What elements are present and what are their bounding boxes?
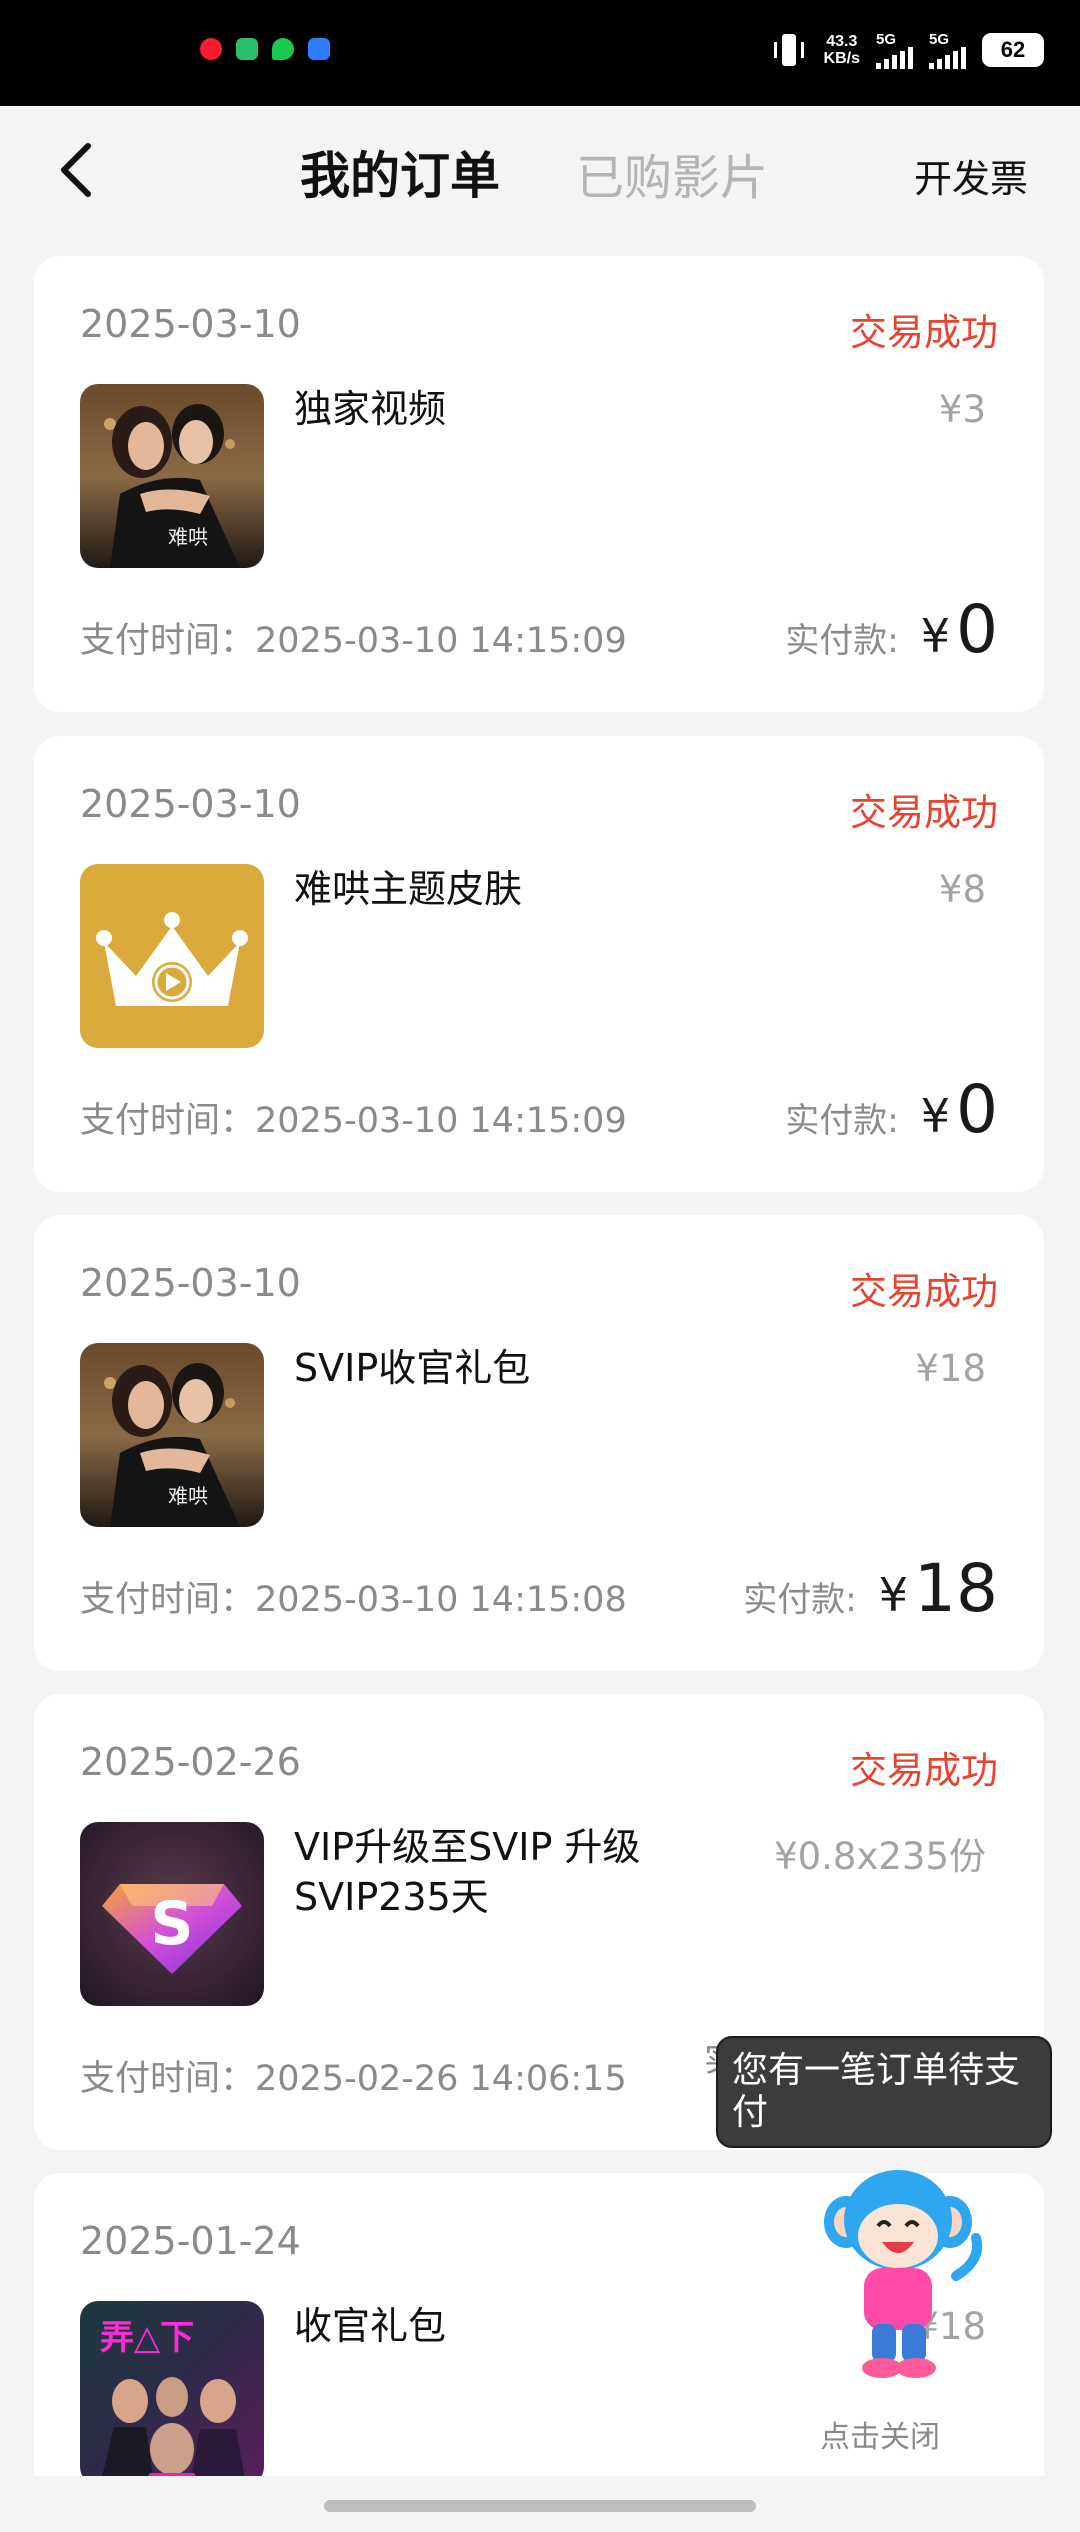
- chevron-left-icon: [61, 143, 91, 197]
- back-button[interactable]: [50, 138, 106, 202]
- order-card[interactable]: 2025-03-10 交易成功 难哄 SVIP收官礼包 ¥18 支付时间：202…: [34, 1215, 1044, 1671]
- vibrate-icon: [770, 30, 808, 70]
- order-pay-time: 支付时间：2025-03-10 14:15:09: [80, 1101, 627, 1141]
- order-paid-amount: 实付款: ¥ 0: [785, 1074, 998, 1146]
- signal-bars-icon: [876, 46, 913, 69]
- order-thumbnail[interactable]: 难哄: [80, 1343, 264, 1527]
- order-date: 2025-02-26: [80, 1740, 301, 1784]
- order-thumbnail[interactable]: [80, 864, 264, 1048]
- status-bar: 43.3 KB/s 5G 5G 62: [0, 0, 1080, 106]
- poster-couple-image: 难哄: [80, 1343, 264, 1527]
- poster-couple-image: 难哄: [80, 384, 264, 568]
- order-date: 2025-03-10: [80, 782, 301, 826]
- signal-bars-icon: [929, 46, 966, 69]
- battery-icon: 62: [982, 33, 1044, 67]
- order-thumbnail[interactable]: S: [80, 1822, 264, 2006]
- order-product-name: VIP升级至SVIP 升级SVIP235天: [294, 1825, 641, 1919]
- network-type: 5G: [876, 30, 897, 48]
- svg-text:难哄: 难哄: [168, 525, 208, 549]
- order-unit-price: ¥0.8x235份: [774, 1835, 986, 1878]
- paid-value: 18: [914, 1550, 998, 1627]
- notification-icons: [200, 38, 330, 60]
- poster-cast-image: 弄△下: [80, 2301, 264, 2476]
- order-paid-amount: 实付款: ¥ 18: [743, 1553, 998, 1625]
- order-date: 2025-03-10: [80, 302, 301, 346]
- invoice-button[interactable]: 开发票: [914, 148, 1028, 203]
- order-pay-time: 支付时间：2025-03-10 14:15:09: [80, 621, 627, 661]
- order-thumbnail[interactable]: 难哄: [80, 384, 264, 568]
- app-notification-icon: [308, 38, 330, 60]
- tab-purchased-films[interactable]: 已购影片: [576, 138, 768, 208]
- pending-order-toast[interactable]: 您有一笔订单待支付: [716, 2036, 1052, 2148]
- paid-currency: ¥: [878, 1568, 909, 1622]
- order-product-name: 难哄主题皮肤: [294, 867, 523, 911]
- order-status: 交易成功: [850, 311, 998, 354]
- app-notification-icon: [272, 38, 294, 60]
- paid-value: 0: [956, 591, 998, 668]
- paid-value: 0: [956, 1071, 998, 1148]
- order-thumbnail[interactable]: 弄△下: [80, 2301, 264, 2476]
- order-pay-time: 支付时间：2025-02-26 14:06:15: [80, 2059, 627, 2099]
- paid-label: 实付款:: [743, 1580, 857, 1620]
- svg-text:难哄: 难哄: [168, 1484, 208, 1508]
- signal-sim2: 5G: [929, 32, 966, 69]
- svip-diamond-icon: S: [80, 1822, 264, 2006]
- order-unit-price: ¥18: [915, 1347, 986, 1390]
- order-product-name: SVIP收官礼包: [294, 1346, 531, 1390]
- paid-label: 实付款:: [785, 621, 899, 661]
- header: 我的订单 已购影片 开发票: [0, 106, 1080, 236]
- net-speed-unit: KB/s: [823, 50, 860, 67]
- crown-play-icon: [96, 912, 248, 1006]
- net-speed-value: 43.3: [826, 33, 858, 50]
- order-paid-amount: 实付款: ¥ 0: [785, 594, 998, 666]
- mascot-close-button[interactable]: 点击关闭: [820, 2412, 940, 2456]
- tab-my-orders[interactable]: 我的订单: [300, 136, 500, 208]
- order-status: 交易成功: [850, 791, 998, 834]
- order-product-name: 独家视频: [294, 387, 447, 431]
- order-card[interactable]: 2025-03-10 交易成功 难哄主题皮肤 ¥8 支付时间：2025-03-1…: [34, 736, 1044, 1192]
- app-notification-icon: [200, 38, 222, 60]
- order-status: 交易成功: [850, 1749, 998, 1792]
- paid-label: 实付款:: [785, 1101, 899, 1141]
- order-product-name: 收官礼包: [294, 2304, 447, 2348]
- order-status: 交易成功: [850, 1270, 998, 1313]
- signal-sim1: 5G: [876, 32, 913, 69]
- order-unit-price: ¥8: [938, 868, 986, 911]
- svg-text:弄△下: 弄△下: [100, 2318, 194, 2358]
- paid-currency: ¥: [920, 1089, 950, 1143]
- order-pay-time: 支付时间：2025-03-10 14:15:08: [80, 1580, 627, 1620]
- order-card[interactable]: 2025-03-10 交易成功 难哄 独家视频 ¥3 支付时间：2025-03-…: [34, 256, 1044, 712]
- network-type: 5G: [929, 30, 950, 48]
- order-date: 2025-03-10: [80, 1261, 301, 1305]
- app-notification-icon: [236, 38, 258, 60]
- home-indicator[interactable]: [324, 2500, 756, 2512]
- order-unit-price: ¥3: [938, 388, 986, 431]
- net-speed: 43.3 KB/s: [824, 33, 860, 67]
- paid-currency: ¥: [920, 609, 950, 663]
- monkey-mascot-icon[interactable]: [806, 2164, 990, 2382]
- svg-text:S: S: [150, 1889, 193, 1959]
- order-date: 2025-01-24: [80, 2219, 301, 2263]
